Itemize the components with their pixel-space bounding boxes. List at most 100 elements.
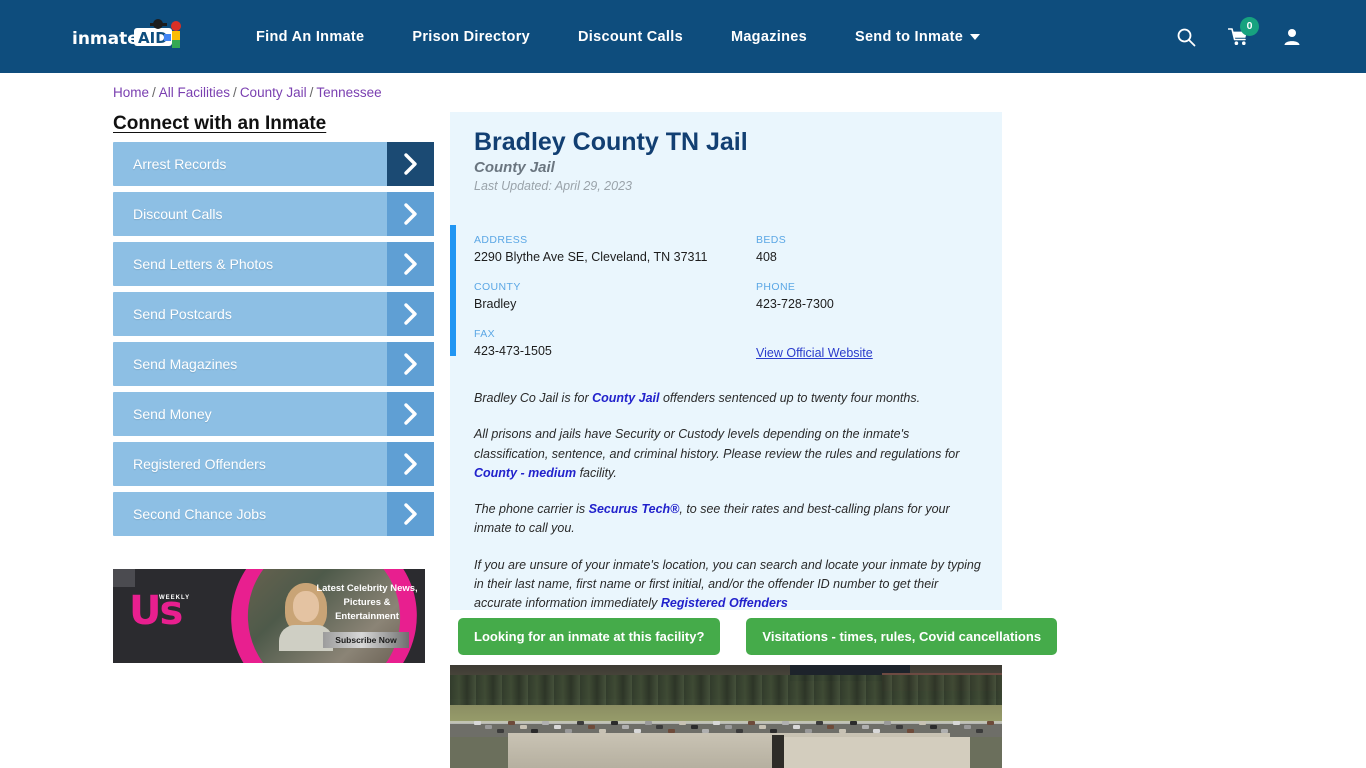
aerial-vehicle	[645, 721, 652, 725]
facility-details: ADDRESS 2290 Blythe Ave SE, Cleveland, T…	[474, 234, 984, 362]
sidebar-item-send-letters-photos[interactable]: Send Letters & Photos	[113, 242, 434, 286]
description-paragraph-1: Bradley Co Jail is for County Jail offen…	[474, 389, 986, 408]
chevron-right-icon	[387, 492, 434, 536]
detail-phone: PHONE 423-728-7300	[756, 281, 984, 311]
search-icon[interactable]	[1176, 27, 1196, 47]
aerial-vehicle	[588, 725, 595, 729]
detail-value: 423-473-1505	[474, 344, 552, 358]
aerial-vehicle	[599, 729, 607, 733]
nav-item-send-to-inmate[interactable]: Send to Inmate	[855, 29, 981, 45]
sidebar-heading[interactable]: Connect with an Inmate	[113, 113, 326, 135]
chevron-right-icon	[387, 192, 434, 236]
detail-address: ADDRESS 2290 Blythe Ave SE, Cleveland, T…	[474, 234, 756, 264]
p2-text-a: All prisons and jails have Security or C…	[474, 427, 960, 461]
sidebar-item-arrest-records[interactable]: Arrest Records	[113, 142, 434, 186]
aerial-vehicle	[941, 729, 949, 733]
find-inmate-button[interactable]: Looking for an inmate at this facility?	[458, 618, 721, 655]
county-jail-link[interactable]: County Jail	[592, 391, 659, 405]
cart-count-badge: 0	[1240, 16, 1259, 36]
sidebar-item-label: Discount Calls	[133, 206, 223, 222]
detail-value: Bradley	[474, 297, 517, 311]
user-icon[interactable]	[1282, 27, 1302, 47]
sidebar-item-second-chance-jobs[interactable]: Second Chance Jobs	[113, 492, 434, 536]
aerial-vehicle	[565, 729, 573, 733]
sidebar-item-send-postcards[interactable]: Send Postcards	[113, 292, 434, 336]
aerial-vehicle	[667, 729, 675, 733]
detail-label-spacer	[756, 328, 984, 340]
detail-value: 2290 Blythe Ave SE, Cleveland, TN 37311	[474, 250, 708, 264]
detail-label: COUNTY	[474, 281, 521, 293]
aerial-vehicle	[907, 729, 915, 733]
page-title: Bradley County TN Jail	[474, 128, 748, 156]
last-updated: Last Updated: April 29, 2023	[474, 179, 632, 193]
aerial-vehicle	[918, 721, 926, 725]
aerial-vehicle	[895, 725, 903, 729]
svg-text:inmate: inmate	[72, 29, 139, 49]
p1-text-b: offenders sentenced up to twenty four mo…	[659, 391, 921, 405]
aerial-vehicle	[884, 721, 892, 725]
breadcrumb-item-county-jail[interactable]: County Jail	[240, 85, 307, 100]
view-official-website-link[interactable]: View Official Website	[756, 346, 873, 360]
breadcrumb-item-all-facilities[interactable]: All Facilities	[159, 85, 230, 100]
aerial-vehicle	[747, 721, 755, 725]
chevron-right-icon	[387, 342, 434, 386]
sidebar-item-label: Send Money	[133, 406, 212, 422]
svg-text:AID: AID	[138, 29, 168, 47]
main-nav: Find An Inmate Prison Directory Discount…	[256, 0, 981, 73]
aerial-vehicle	[702, 729, 709, 733]
aerial-vehicle	[622, 725, 630, 729]
aerial-vehicle	[759, 725, 766, 729]
site-header: inmate AID Find An Inmate Prison Directo…	[0, 0, 1366, 73]
securus-tech-link[interactable]: Securus Tech®	[589, 502, 680, 516]
detail-label: PHONE	[756, 281, 796, 293]
breadcrumb-separator: /	[309, 85, 314, 100]
breadcrumb: Home / All Facilities / County Jail / Tennesse…	[113, 85, 382, 100]
aerial-vehicle	[633, 729, 641, 733]
description-paragraph-3: The phone carrier is Securus Tech®, to s…	[474, 500, 986, 539]
detail-value: 423-728-7300	[756, 297, 834, 311]
facility-description: Bradley Co Jail is for County Jail offen…	[474, 389, 986, 630]
aerial-vehicle	[838, 729, 846, 733]
aerial-vehicle	[690, 725, 698, 729]
sidebar-item-send-magazines[interactable]: Send Magazines	[113, 342, 434, 386]
chevron-down-icon	[970, 33, 981, 40]
chevron-right-icon	[387, 392, 434, 436]
nav-item-find-an-inmate[interactable]: Find An Inmate	[256, 29, 364, 45]
ad-brand-mark: WEEKLY	[159, 595, 191, 601]
cart-icon[interactable]: 0	[1228, 16, 1259, 47]
visitations-button[interactable]: Visitations - times, rules, Covid cancel…	[746, 618, 1058, 655]
sidebar-item-send-money[interactable]: Send Money	[113, 392, 434, 436]
county-medium-link[interactable]: County - medium	[474, 466, 576, 480]
detail-county: COUNTY Bradley	[474, 281, 756, 311]
aerial-vehicle	[679, 721, 687, 725]
facility-aerial-photo[interactable]	[450, 665, 1002, 768]
aerial-vehicle	[781, 721, 789, 725]
aerial-vehicle	[987, 721, 994, 725]
registered-offenders-link[interactable]: Registered Offenders	[661, 596, 788, 610]
nav-item-prison-directory[interactable]: Prison Directory	[412, 29, 530, 45]
advertisement-banner[interactable]: Us WEEKLY Latest Celebrity News, Picture…	[113, 569, 425, 663]
chevron-right-icon	[387, 442, 434, 486]
aerial-vehicle	[542, 721, 550, 725]
p1-text-a: Bradley Co Jail is for	[474, 391, 593, 405]
info-accent-bar	[450, 225, 456, 356]
site-logo[interactable]: inmate AID	[72, 16, 196, 58]
sidebar-item-label: Arrest Records	[133, 156, 227, 172]
detail-website: View Official Website	[756, 328, 984, 362]
breadcrumb-item-tennessee[interactable]: Tennessee	[316, 85, 381, 100]
detail-value: 408	[756, 250, 777, 264]
sidebar-item-discount-calls[interactable]: Discount Calls	[113, 192, 434, 236]
inmateaid-logo-icon: inmate AID	[72, 19, 181, 49]
sidebar-menu: Arrest Records Discount Calls Send Lette…	[113, 142, 434, 542]
nav-item-magazines[interactable]: Magazines	[731, 29, 807, 45]
facility-type: County Jail	[474, 159, 555, 176]
aerial-vehicle	[553, 725, 561, 729]
sidebar-item-registered-offenders[interactable]: Registered Offenders	[113, 442, 434, 486]
aerial-vehicle	[930, 725, 937, 729]
sidebar-item-label: Send Magazines	[133, 356, 238, 372]
nav-item-discount-calls[interactable]: Discount Calls	[578, 29, 683, 45]
breadcrumb-item-home[interactable]: Home	[113, 85, 149, 100]
ad-subscribe-button[interactable]: Subscribe Now	[323, 632, 409, 648]
chevron-right-icon	[387, 142, 434, 186]
aerial-vehicle	[975, 729, 983, 733]
